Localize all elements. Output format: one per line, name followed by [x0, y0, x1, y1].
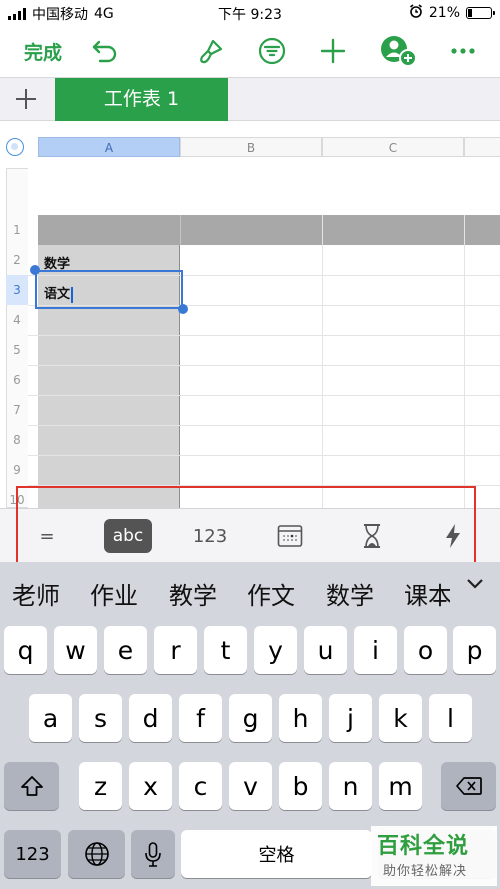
key-f[interactable]: f [179, 694, 222, 742]
key-r[interactable]: r [154, 626, 197, 674]
key-y[interactable]: y [254, 626, 297, 674]
key-h[interactable]: h [279, 694, 322, 742]
key-w[interactable]: w [54, 626, 97, 674]
backspace-icon[interactable] [441, 762, 496, 810]
key-m[interactable]: m [379, 762, 422, 810]
row-header-8[interactable]: 8 [6, 425, 28, 455]
key-z[interactable]: z [79, 762, 122, 810]
table-header-row[interactable] [38, 215, 500, 245]
add-icon[interactable] [318, 36, 348, 66]
key-n[interactable]: n [329, 762, 372, 810]
suggestion-item[interactable]: 数学 [326, 576, 374, 611]
key-p[interactable]: p [453, 626, 496, 674]
key-b[interactable]: b [279, 762, 322, 810]
key-a[interactable]: a [29, 694, 72, 742]
undo-icon[interactable] [90, 36, 120, 66]
suggestion-item[interactable]: 课本 [404, 576, 450, 611]
selection-handle-top[interactable] [30, 265, 40, 275]
key-x[interactable]: x [129, 762, 172, 810]
key-t[interactable]: t [204, 626, 247, 674]
row-header-3[interactable]: 3 [6, 275, 28, 305]
key-k[interactable]: k [379, 694, 422, 742]
status-right: 21% [409, 4, 495, 22]
select-all-icon[interactable] [6, 138, 24, 156]
key-e[interactable]: e [104, 626, 147, 674]
key-q[interactable]: q [4, 626, 47, 674]
key-s[interactable]: s [79, 694, 122, 742]
alarm-clock-icon [409, 4, 423, 22]
watermark-logo: 百科全说 助你轻松解决 [371, 826, 497, 886]
row-header-9[interactable]: 9 [6, 455, 28, 485]
active-cell-selection[interactable] [35, 270, 183, 309]
more-icon[interactable] [448, 36, 478, 66]
screen: 中国移动 4G 下午 9:23 21% 完成 工作表 1 A B C 1 2 3… [0, 0, 500, 889]
watermark-subtitle: 助你轻松解决 [383, 864, 468, 879]
key-v[interactable]: v [229, 762, 272, 810]
suggestion-item[interactable]: 作文 [247, 576, 295, 611]
space-bar[interactable]: 空格 [181, 830, 372, 878]
row-header-4[interactable]: 4 [6, 305, 28, 335]
battery-percent: 21% [428, 5, 460, 21]
column-header-b[interactable]: B [180, 137, 322, 157]
key-i[interactable]: i [354, 626, 397, 674]
column-header-d[interactable] [464, 137, 500, 157]
watermark-title: 百科全说 [377, 834, 470, 859]
status-bar: 中国移动 4G 下午 9:23 21% [0, 0, 500, 26]
key-c[interactable]: c [179, 762, 222, 810]
shift-icon[interactable] [4, 762, 59, 810]
done-button[interactable]: 完成 [24, 38, 62, 65]
key-j[interactable]: j [329, 694, 372, 742]
suggestion-item[interactable]: 教学 [169, 576, 217, 611]
suggestion-bar: 老师 作业 教学 作文 数学 课本 [0, 562, 500, 618]
battery-fill [468, 9, 472, 17]
numbers-key[interactable]: 123 [4, 830, 61, 878]
column-header-c[interactable]: C [322, 137, 464, 157]
chevron-down-icon[interactable] [466, 574, 484, 595]
sheet-tab-bar: 工作表 1 [0, 77, 500, 121]
key-g[interactable]: g [229, 694, 272, 742]
globe-icon[interactable] [68, 830, 125, 878]
microphone-icon[interactable] [131, 830, 175, 878]
row-header-5[interactable]: 5 [6, 335, 28, 365]
row-header-2[interactable]: 2 [6, 245, 28, 275]
key-o[interactable]: o [404, 626, 447, 674]
add-collaborator-icon[interactable] [379, 36, 419, 67]
tab-sheet-1[interactable]: 工作表 1 [55, 78, 228, 121]
plus-icon[interactable] [14, 84, 40, 114]
row-header-1[interactable]: 1 [6, 215, 28, 245]
toolbar: 完成 [0, 28, 500, 76]
key-l[interactable]: l [429, 694, 472, 742]
key-d[interactable]: d [129, 694, 172, 742]
column-header-a[interactable]: A [38, 137, 180, 157]
paintbrush-icon[interactable] [196, 36, 226, 66]
row-header-7[interactable]: 7 [6, 395, 28, 425]
row-header-6[interactable]: 6 [6, 365, 28, 395]
suggestion-item[interactable]: 作业 [90, 576, 138, 611]
battery-icon [466, 7, 495, 19]
key-u[interactable]: u [304, 626, 347, 674]
highlight-annotation-box [16, 486, 476, 564]
filter-icon[interactable] [257, 36, 287, 66]
selection-handle-bottom[interactable] [178, 304, 188, 314]
spreadsheet-grid[interactable]: A B C 1 2 3 4 5 6 7 8 9 10 数学 语文 [0, 122, 500, 508]
suggestion-item[interactable]: 老师 [12, 576, 60, 611]
